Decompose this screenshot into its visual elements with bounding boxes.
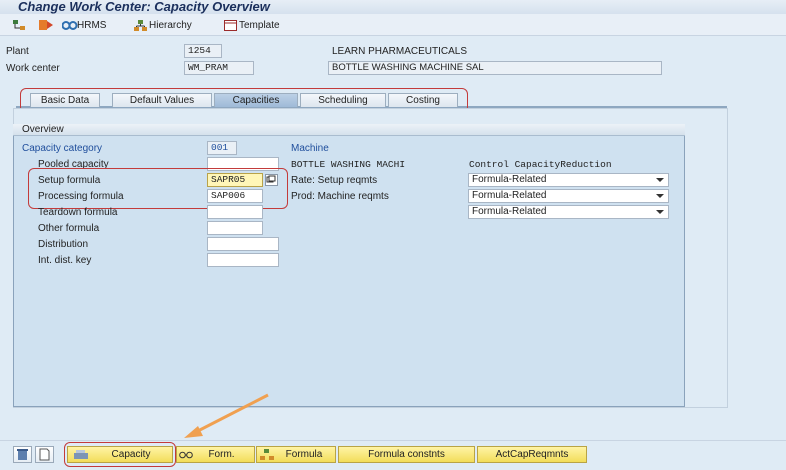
- annotation-arrow-icon: [184, 393, 269, 438]
- distribution-field[interactable]: [207, 237, 279, 251]
- hrms-label: HRMS: [77, 19, 107, 31]
- setup-rate-value: Formula-Related: [472, 174, 547, 185]
- capacity-category-field[interactable]: 001: [207, 141, 237, 155]
- setup-rate-label: Rate: Setup reqmts: [291, 175, 378, 186]
- capacity-category-desc: Machine: [291, 143, 329, 154]
- capacity-category-label: Capacity category: [22, 143, 103, 154]
- template-icon: [224, 19, 237, 31]
- form-button[interactable]: Form.: [176, 446, 255, 463]
- work-center-label: Work center: [6, 63, 60, 74]
- control-capacity-reduction-label: Control CapacityReduction: [469, 159, 612, 170]
- hierarchy-label: Hierarchy: [149, 19, 192, 31]
- formula-button-label: Formula: [285, 449, 323, 460]
- tree-icon[interactable]: [12, 18, 26, 32]
- window-title: Change Work Center: Capacity Overview: [18, 0, 270, 14]
- chevron-down-icon: [656, 194, 664, 198]
- third-rate-dropdown[interactable]: Formula-Related: [468, 205, 669, 219]
- glasses-icon: [179, 451, 193, 459]
- button-bar-divider: [0, 440, 786, 441]
- form-button-label: Form.: [208, 449, 235, 460]
- teardown-formula-field[interactable]: [207, 205, 263, 219]
- plant-field[interactable]: 1254: [184, 44, 222, 58]
- template-label: Template: [239, 19, 280, 31]
- processing-rate-label: Prod: Machine reqmts: [291, 191, 389, 202]
- act-cap-reqmnts-button[interactable]: ActCapReqmnts: [477, 446, 587, 463]
- application-toolbar: HRMS Hierarchy Template: [0, 14, 786, 36]
- third-rate-value: Formula-Related: [472, 206, 547, 217]
- formula-constants-button[interactable]: Formula constnts: [338, 446, 475, 463]
- execute-icon[interactable]: [38, 18, 54, 32]
- plant-label: Plant: [6, 46, 29, 57]
- hrms-button[interactable]: HRMS: [61, 18, 107, 32]
- work-center-field[interactable]: WM_PRAM: [184, 61, 254, 75]
- chevron-down-icon: [656, 178, 664, 182]
- setup-rate-dropdown[interactable]: Formula-Related: [468, 173, 669, 187]
- processing-rate-value: Formula-Related: [472, 190, 547, 201]
- formula-highlight-box: [28, 168, 288, 209]
- hierarchy-button[interactable]: Hierarchy: [134, 18, 192, 32]
- other-formula-label: Other formula: [38, 223, 100, 234]
- teardown-formula-label: Teardown formula: [38, 207, 118, 218]
- other-formula-field[interactable]: [207, 221, 263, 235]
- formula-button[interactable]: Formula: [256, 446, 336, 463]
- delete-icon[interactable]: [13, 446, 32, 463]
- template-button[interactable]: Template: [224, 18, 280, 32]
- overview-group-header: [13, 124, 685, 136]
- new-document-icon[interactable]: [35, 446, 54, 463]
- plant-description: LEARN PHARMACEUTICALS: [332, 46, 468, 57]
- overview-title: Overview: [22, 124, 64, 135]
- distribution-label: Distribution: [38, 239, 89, 250]
- hierarchy-icon: [134, 19, 147, 31]
- int-dist-key-label: Int. dist. key: [38, 255, 92, 266]
- int-dist-key-field[interactable]: [207, 253, 279, 267]
- formula-icon: [260, 449, 274, 460]
- capacity-highlight-box: [64, 442, 176, 467]
- chevron-down-icon: [656, 210, 664, 214]
- pooled-capacity-desc: BOTTLE WASHING MACHI: [291, 159, 406, 170]
- work-center-description: BOTTLE WASHING MACHINE SAL: [328, 61, 662, 75]
- processing-rate-dropdown[interactable]: Formula-Related: [468, 189, 669, 203]
- hrms-icon: [61, 20, 78, 31]
